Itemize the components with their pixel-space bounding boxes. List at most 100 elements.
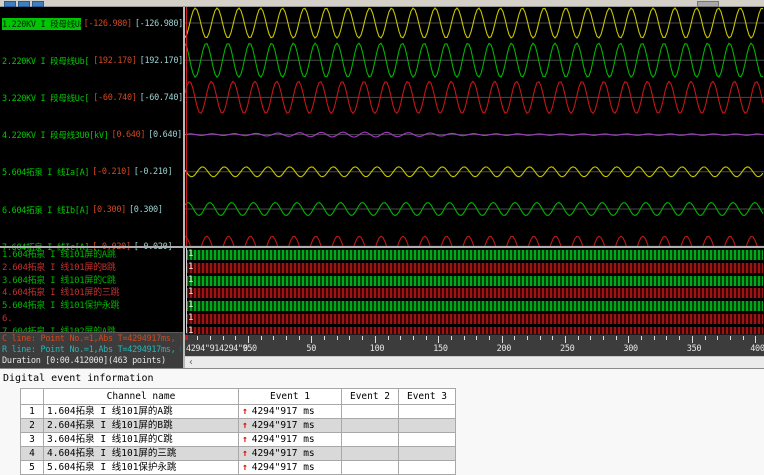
digital-channel-row[interactable]: 2.604拓泉 I 线101屏的B跳 xyxy=(2,262,183,275)
event1-time: 4294"917 ms xyxy=(251,434,315,445)
digital-channel-row[interactable]: 4.604拓泉 I 线101屏的三跳 xyxy=(2,287,183,300)
digital-state-value: 1 xyxy=(188,313,194,323)
channel-list-panel: 1.220KV I 段母线Ua[kV][-126.980][-126.980]2… xyxy=(0,7,183,368)
analog-channel-cursor-value: [0.640] xyxy=(111,130,146,141)
axis-tick-label: 400 xyxy=(750,344,764,354)
digital-trace-bar: 1 xyxy=(186,249,763,260)
digital-channel-row[interactable]: 6. xyxy=(2,313,183,326)
axis-tick xyxy=(514,336,516,340)
event-table-header-row: Channel name Event 1 Event 2 Event 3 xyxy=(20,388,456,405)
axis-tick xyxy=(286,336,287,340)
digital-event-table: Channel name Event 1 Event 2 Event 3 1 1.… xyxy=(20,388,456,475)
axis-tick-label: 50 xyxy=(306,344,317,354)
axis-tick-label: 0 xyxy=(243,344,248,354)
event-rise-arrow-icon: ↑ xyxy=(242,420,248,431)
axis-tick xyxy=(577,336,579,340)
axis-tick xyxy=(679,336,681,340)
analog-channel-ref-value: [-60.740] xyxy=(139,92,183,103)
event2-cell xyxy=(341,432,399,447)
r-line-status: R line: Point No.=1,Abs T=4294917ms, Rel… xyxy=(2,345,181,355)
axis-tick xyxy=(653,336,655,340)
analog-channel-row[interactable]: 6.604拓泉 I 线Ib[A] [0.300] [0.300] xyxy=(2,191,183,228)
analog-digital-divider xyxy=(0,246,764,248)
analog-channel-cursor-value: [192.170] xyxy=(93,55,137,66)
event2-cell xyxy=(341,446,399,461)
digital-trace-bar: 1 xyxy=(186,287,763,299)
axis-tick xyxy=(476,336,478,340)
analog-channel-row[interactable]: 5.604拓泉 I 线Ia[A] [-0.210] [-0.210] xyxy=(2,154,183,191)
axis-tick xyxy=(324,336,326,340)
event1-time: 4294"917 ms xyxy=(251,448,315,459)
horizontal-scrollbar[interactable]: ‹ xyxy=(185,356,764,368)
digital-state-value: 1 xyxy=(188,300,194,311)
axis-tick xyxy=(311,336,313,343)
waveform-window: 1.220KV I 段母线Ua[kV][-126.980][-126.980]2… xyxy=(0,7,764,368)
cursor-line-analog[interactable] xyxy=(186,7,187,246)
axis-origin-mark xyxy=(185,335,188,340)
digital-channel-row[interactable]: 5.604拓泉 I 线101保护永跳 xyxy=(2,300,183,313)
digital-state-value: 1 xyxy=(188,249,194,259)
event-channel-name: 4.604拓泉 I 线101屏的三跳 xyxy=(43,446,239,461)
digital-channel-row[interactable]: 1.604拓泉 I 线101屏的A跳 xyxy=(2,249,183,262)
event1-time: 4294"917 ms xyxy=(251,406,315,417)
analog-channel-row[interactable]: 3.220KV I 段母线Uc[kV][-60.740][-60.740] xyxy=(2,79,183,116)
header-event3: Event 3 xyxy=(398,388,456,405)
axis-tick xyxy=(552,336,554,340)
analog-channel-ref-value: [-0.210] xyxy=(133,167,173,178)
axis-tick xyxy=(729,336,731,340)
axis-tick xyxy=(463,336,465,340)
axis-tick-label: 350 xyxy=(686,344,702,354)
digital-trace-bar: 1 xyxy=(186,275,763,286)
axis-tick xyxy=(336,336,338,340)
analog-channel-label: 6.604拓泉 I 线Ib[A] xyxy=(2,205,90,216)
analog-channel-row[interactable]: 4.220KV I 段母线3U0[kV] [0.640] [0.640] xyxy=(2,117,183,154)
axis-tick xyxy=(704,336,706,340)
event-rise-arrow-icon: ↑ xyxy=(242,448,248,459)
axis-tick xyxy=(717,336,719,340)
analog-channel-cursor-value: [-0.210] xyxy=(92,167,131,178)
event2-cell xyxy=(341,418,399,433)
axis-tick xyxy=(565,336,566,343)
event-rise-arrow-icon: ↑ xyxy=(242,434,248,445)
axis-tick-label: 150 xyxy=(433,344,448,354)
analog-channel-label: 4.220KV I 段母线3U0[kV] xyxy=(2,131,109,142)
event2-cell xyxy=(341,404,399,419)
analog-channel-ref-value: [-126.980] xyxy=(134,18,183,29)
axis-tick xyxy=(501,336,503,343)
axis-tick xyxy=(666,336,668,340)
analog-channel-ref-value: [192.170] xyxy=(139,55,183,66)
axis-tick xyxy=(603,336,604,340)
analog-channel-row[interactable]: 1.220KV I 段母线Ua[kV][-126.980][-126.980] xyxy=(2,7,183,42)
time-axis: 4294"914294"950 0 50 100 150 200 250 300 350 400 xyxy=(185,334,764,357)
analog-channel-ref-value: [0.300] xyxy=(128,204,163,215)
event1-cell: ↑ 4294"917 ms xyxy=(238,432,342,447)
panel-splitter[interactable] xyxy=(183,7,185,368)
axis-tick-label: 100 xyxy=(369,344,385,354)
c-line-status: C line: Point No.=1,Abs T=4294917ms, Rel… xyxy=(2,334,181,344)
axis-tick xyxy=(248,336,249,343)
axis-tick xyxy=(197,336,199,340)
scroll-left-arrow-icon[interactable]: ‹ xyxy=(188,357,194,368)
event-table-row: 3 3.604拓泉 I 线101屏的C跳 ↑ 4294"917 ms xyxy=(20,432,456,447)
event-rise-arrow-icon: ↑ xyxy=(242,406,248,417)
axis-tick xyxy=(488,336,490,340)
axis-tick xyxy=(222,336,224,340)
event1-cell: ↑ 4294"917 ms xyxy=(238,404,342,419)
event-row-number: 1 xyxy=(20,404,44,419)
digital-channel-row[interactable]: 3.604拓泉 I 线101屏的C跳 xyxy=(2,275,183,288)
event3-cell xyxy=(398,418,456,433)
duration-status: Duration [0:00.412000](463 points) xyxy=(2,356,166,366)
header-event1: Event 1 xyxy=(238,388,342,405)
digital-state-value: 1 xyxy=(188,287,194,298)
axis-tick xyxy=(590,336,592,340)
digital-trace-bar: 1 xyxy=(186,262,763,273)
waveform-plot-area[interactable]: 4294"914294"950 0 50 100 150 200 250 300 350 400… xyxy=(185,7,764,368)
event1-cell: ↑ 4294"917 ms xyxy=(238,446,342,461)
analog-channel-row[interactable]: 2.220KV I 段母线Ub[kV][192.170][192.170] xyxy=(2,42,183,79)
axis-tick xyxy=(628,336,630,343)
event-row-number: 4 xyxy=(20,446,44,461)
digital-trace-bar: 1 xyxy=(186,313,763,324)
cursor-line-digital[interactable] xyxy=(186,248,187,333)
event-row-number: 2 xyxy=(20,418,44,433)
event1-time: 4294"917 ms xyxy=(251,420,315,431)
